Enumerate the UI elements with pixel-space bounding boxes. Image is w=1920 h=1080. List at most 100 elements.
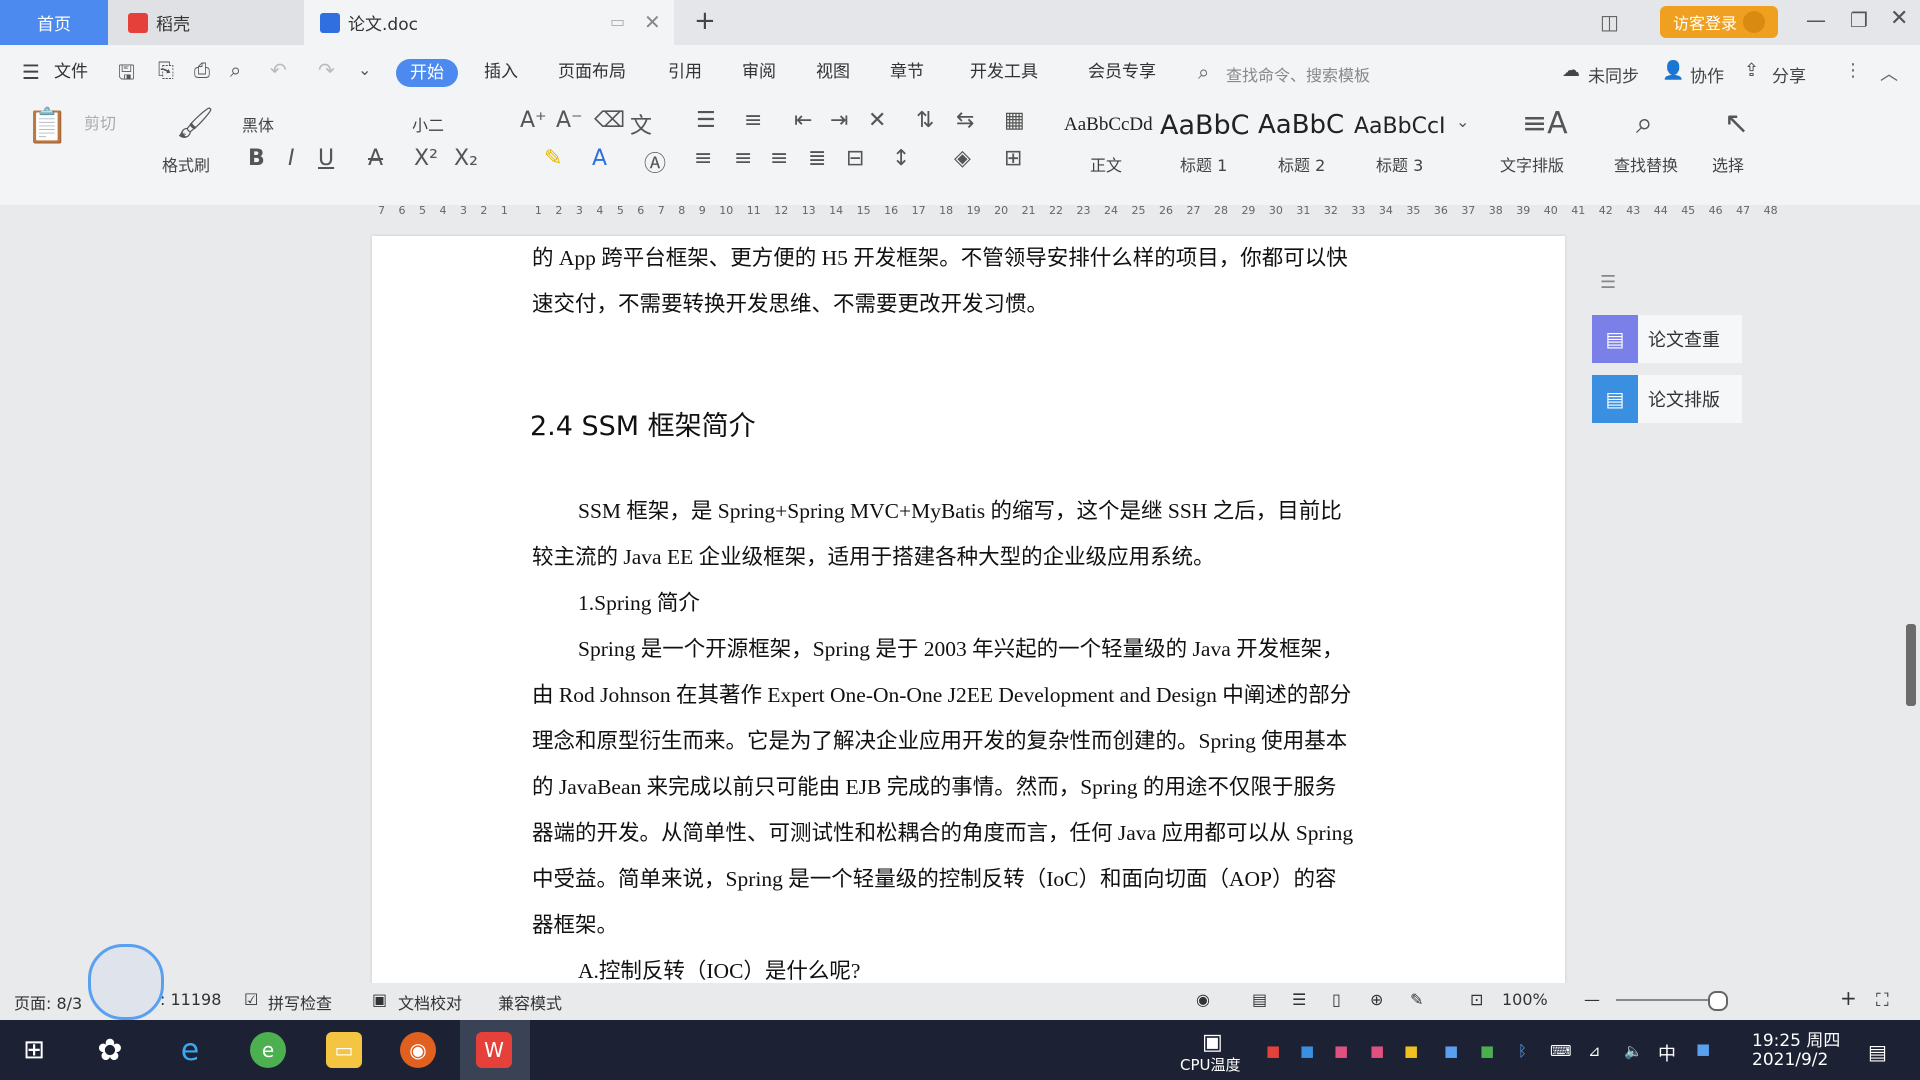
customize-icon[interactable]: ⌄ — [358, 60, 371, 79]
format-painter-icon[interactable]: 🖌 — [176, 106, 214, 141]
select-cursor-icon[interactable]: ↖ — [1724, 106, 1749, 141]
shading-icon[interactable]: ◈ — [954, 146, 971, 171]
menu-file[interactable]: 文件 — [54, 58, 88, 86]
new-tab-button[interactable]: + — [694, 6, 716, 36]
print-icon[interactable]: ⎙ — [194, 58, 210, 82]
indent-icon[interactable]: ⇥ — [830, 108, 848, 133]
panel-menu-icon[interactable]: ☰ — [1600, 272, 1616, 293]
notification-icon[interactable]: ▤ — [1868, 1040, 1887, 1064]
tray-app-icon[interactable]: ■ — [1480, 1042, 1494, 1060]
grow-font-icon[interactable]: A⁺ — [520, 108, 547, 133]
strikethrough-icon[interactable]: A — [368, 146, 383, 171]
distribute-icon[interactable]: ⊟ — [846, 146, 864, 171]
clock-date[interactable]: 2021/9/2 — [1752, 1050, 1828, 1070]
clock-time[interactable]: 19:25 周四 — [1752, 1026, 1840, 1051]
text-layout-button[interactable]: 文字排版 — [1500, 152, 1564, 176]
line-spacing-icon[interactable]: ↕ — [892, 146, 910, 171]
proofread-button[interactable]: 文档校对 — [398, 990, 462, 1014]
close-window-icon[interactable]: ✕ — [1890, 6, 1908, 31]
underline-icon[interactable]: U — [318, 146, 334, 171]
browser-360-icon[interactable]: e — [250, 1032, 286, 1068]
wps-writer-icon[interactable]: W — [476, 1032, 512, 1068]
table-icon[interactable]: ▦ — [1004, 108, 1025, 133]
tab-float-icon[interactable]: ▭ — [610, 12, 625, 31]
fit-page-icon[interactable]: ⊡ — [1470, 990, 1483, 1009]
panel-toggle-icon[interactable]: ◫ — [1600, 10, 1619, 34]
subscript-icon[interactable]: X₂ — [454, 146, 478, 171]
borders-icon[interactable]: ⊞ — [1004, 146, 1022, 171]
font-family-select[interactable]: 黑体 — [242, 112, 274, 136]
file-explorer-icon[interactable]: ▭ — [326, 1032, 362, 1068]
menu-member[interactable]: 会员专享 — [1088, 58, 1156, 86]
sync-button[interactable]: 未同步 — [1588, 62, 1639, 87]
format-painter-button[interactable]: 格式刷 — [162, 152, 210, 176]
menu-view[interactable]: 视图 — [816, 58, 850, 86]
ime-indicator[interactable]: 中 — [1658, 1040, 1676, 1066]
bold-icon[interactable]: B — [248, 146, 265, 171]
write-mode-icon[interactable]: ✎ — [1410, 990, 1423, 1009]
align-center-icon[interactable]: ≡ — [734, 146, 752, 171]
cpu-monitor-icon[interactable]: ▣ — [1202, 1030, 1223, 1055]
paper-layout-button[interactable]: ▤ 论文排版 — [1592, 375, 1742, 423]
tab-document[interactable]: 论文.doc ▭ ✕ — [304, 0, 674, 45]
zoom-slider-thumb[interactable] — [1708, 991, 1728, 1011]
app-orange-icon[interactable]: ◉ — [400, 1032, 436, 1068]
spell-check-button[interactable]: 拼写检查 — [268, 990, 332, 1014]
style-preview-h2[interactable]: AaBbC — [1258, 110, 1344, 140]
shrink-font-icon[interactable]: A⁻ — [556, 108, 583, 133]
close-tab-icon[interactable]: ✕ — [644, 10, 661, 34]
italic-icon[interactable]: I — [288, 146, 295, 171]
volume-icon[interactable]: 🔈 — [1624, 1042, 1643, 1060]
tab-daoke[interactable]: 稻壳 — [108, 0, 304, 45]
fullscreen-icon[interactable]: ⛶ — [1876, 990, 1889, 1011]
web-view-icon[interactable]: ⊕ — [1370, 990, 1383, 1009]
export-icon[interactable]: ⎘ — [158, 58, 174, 82]
save-icon[interactable]: 🖫 — [118, 58, 135, 92]
align-right-icon[interactable]: ≡ — [770, 146, 788, 171]
superscript-icon[interactable]: X² — [414, 146, 438, 171]
menu-developer[interactable]: 开发工具 — [970, 58, 1038, 86]
tray-app-icon[interactable]: ■ — [1444, 1042, 1458, 1060]
highlight-icon[interactable]: ✎ — [544, 146, 562, 171]
align-left-icon[interactable]: ≡ — [694, 146, 712, 171]
collapse-ribbon-icon[interactable]: ︿ — [1880, 60, 1898, 86]
style-preview-h1[interactable]: AaBbC — [1160, 110, 1250, 141]
phonetic-icon[interactable]: 文 — [630, 108, 652, 140]
collab-button[interactable]: 协作 — [1690, 62, 1724, 87]
style-preview-h3[interactable]: AaBbCcI — [1354, 114, 1446, 139]
page-indicator[interactable]: 页面: 8/3 — [14, 990, 82, 1014]
zoom-out-icon[interactable]: — — [1584, 990, 1600, 1009]
tray-app-icon[interactable]: ■ — [1300, 1042, 1314, 1060]
select-button[interactable]: 选择 — [1712, 152, 1744, 176]
tray-wps-icon[interactable]: ■ — [1266, 1042, 1280, 1060]
command-search-input[interactable]: 查找命令、搜索模板 — [1226, 62, 1370, 86]
more-icon[interactable]: ⋮ — [1844, 60, 1862, 81]
ie-browser-icon[interactable]: e — [172, 1032, 208, 1068]
reading-view-icon[interactable]: ▯ — [1332, 990, 1341, 1009]
find-icon[interactable]: ⌕ — [1636, 106, 1653, 141]
menu-page-layout[interactable]: 页面布局 — [558, 58, 626, 86]
windows-start-icon[interactable]: ⊞ — [16, 1032, 52, 1068]
char-border-icon[interactable]: Ⓐ — [644, 146, 666, 178]
tray-app-icon[interactable]: ■ — [1404, 1042, 1418, 1060]
tab-home[interactable]: 首页 — [0, 0, 108, 45]
find-replace-button[interactable]: 查找替换 — [1614, 152, 1678, 176]
menu-references[interactable]: 引用 — [668, 58, 702, 86]
text-layout-icon[interactable]: ≡A — [1522, 106, 1568, 141]
scrollbar-thumb[interactable] — [1906, 624, 1916, 706]
menu-home[interactable]: 开始 — [396, 59, 458, 87]
network-icon[interactable]: ⊿ — [1588, 1042, 1601, 1060]
menu-review[interactable]: 审阅 — [742, 58, 776, 86]
chinese-layout-icon[interactable]: ✕ — [868, 108, 886, 133]
zoom-slider[interactable] — [1616, 999, 1720, 1001]
cut-button[interactable]: 剪切 — [84, 110, 116, 134]
font-color-icon[interactable]: A — [592, 146, 607, 171]
hamburger-icon[interactable]: ☰ — [22, 60, 40, 84]
font-size-select[interactable]: 小二 — [412, 112, 444, 136]
tray-app-icon[interactable]: ■ — [1370, 1042, 1384, 1060]
tray-app-icon[interactable]: ■ — [1334, 1042, 1348, 1060]
eye-protect-icon[interactable]: ◉ — [1196, 990, 1210, 1009]
paste-icon[interactable]: 📋 — [26, 106, 68, 146]
undo-icon[interactable]: ↶ — [270, 58, 287, 82]
zoom-level[interactable]: 100% — [1502, 990, 1548, 1009]
